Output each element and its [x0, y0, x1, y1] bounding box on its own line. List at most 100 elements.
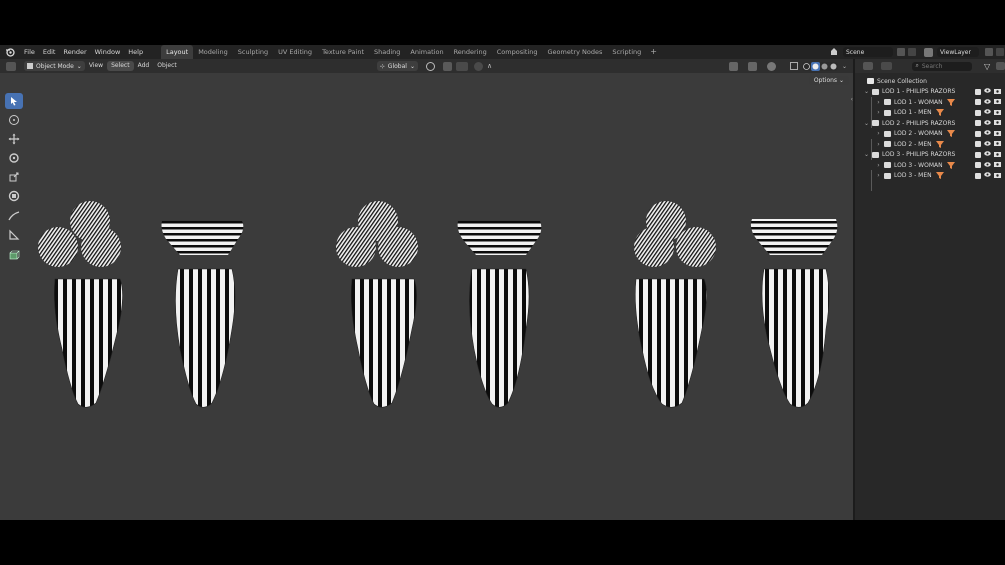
outliner-row[interactable]: › LOD 3 - MEN	[855, 171, 1005, 182]
tab-compositing[interactable]: Compositing	[492, 45, 543, 59]
filter-icon[interactable]: ▽	[984, 62, 990, 71]
camera-icon[interactable]	[994, 161, 1001, 169]
collection-label: LOD 3 - PHILIPS RAZORS	[882, 151, 956, 159]
outliner-row[interactable]: ⌄ LOD 1 - PHILIPS RAZORS	[855, 87, 1005, 98]
chevron-down-icon[interactable]: ⌄	[863, 151, 870, 158]
tab-animation[interactable]: Animation	[405, 45, 448, 59]
exclude-checkbox[interactable]	[975, 130, 981, 137]
add-view-layer-icon[interactable]	[985, 48, 993, 56]
outliner-row[interactable]: › LOD 2 - WOMAN	[855, 129, 1005, 140]
camera-icon[interactable]	[994, 140, 1001, 148]
tab-scripting[interactable]: Scripting	[607, 45, 646, 59]
collection-label: LOD 2 - WOMAN	[894, 130, 943, 138]
object-filter-icon	[935, 109, 944, 117]
collection-icon	[884, 162, 891, 169]
exclude-checkbox[interactable]	[975, 141, 981, 148]
chevron-right-icon[interactable]: ›	[875, 130, 882, 137]
razor-rotary-lod3[interactable]	[634, 201, 716, 408]
outliner-header: ⌕ Search ▽	[855, 59, 1005, 73]
exclude-checkbox[interactable]	[975, 99, 981, 106]
exclude-checkbox[interactable]	[975, 151, 981, 158]
eye-icon[interactable]	[984, 88, 991, 95]
exclude-checkbox[interactable]	[975, 109, 981, 116]
exclude-checkbox[interactable]	[975, 120, 981, 127]
razor-foil-lod2[interactable]	[457, 221, 542, 408]
camera-icon[interactable]	[994, 151, 1001, 159]
collection-label: LOD 3 - MEN	[894, 172, 932, 180]
eye-icon[interactable]	[984, 99, 991, 106]
eye-icon[interactable]	[984, 172, 991, 179]
delete-scene-icon[interactable]	[908, 48, 916, 56]
scene-name-field[interactable]: Scene	[843, 47, 893, 57]
eye-icon[interactable]	[984, 141, 991, 148]
scene-collection-row[interactable]: Scene Collection	[855, 76, 1005, 87]
search-placeholder: Search	[921, 62, 943, 70]
eye-icon[interactable]	[984, 120, 991, 127]
tab-shading[interactable]: Shading	[369, 45, 405, 59]
chevron-right-icon[interactable]: ›	[875, 109, 882, 116]
outliner-row[interactable]: › LOD 3 - WOMAN	[855, 160, 1005, 171]
blender-logo-icon[interactable]	[4, 46, 16, 58]
chevron-right-icon[interactable]: ›	[875, 141, 882, 148]
chevron-right-icon[interactable]: ›	[875, 99, 882, 106]
collection-icon	[884, 109, 891, 116]
camera-icon[interactable]	[994, 98, 1001, 106]
3d-viewport[interactable]: Object Mode ⌄ View Select Add Object ⊹ G…	[0, 59, 853, 520]
chevron-down-icon[interactable]: ⌄	[863, 88, 870, 95]
camera-icon[interactable]	[994, 119, 1001, 127]
object-filter-icon	[946, 130, 955, 138]
remove-view-layer-icon[interactable]	[996, 48, 1004, 56]
eye-icon[interactable]	[984, 130, 991, 137]
chevron-right-icon[interactable]: ›	[875, 172, 882, 179]
tab-texture-paint[interactable]: Texture Paint	[317, 45, 369, 59]
menu-edit[interactable]: Edit	[39, 45, 60, 59]
eye-icon[interactable]	[984, 109, 991, 116]
outliner-search-input[interactable]: ⌕ Search	[912, 61, 973, 71]
tab-rendering[interactable]: Rendering	[449, 45, 492, 59]
tab-layout[interactable]: Layout	[161, 45, 194, 59]
view-layer-field[interactable]: ViewLayer	[937, 47, 979, 57]
display-mode-icon[interactable]	[880, 62, 893, 70]
outliner-row[interactable]: › LOD 1 - WOMAN	[855, 97, 1005, 108]
new-collection-icon[interactable]	[996, 62, 1005, 70]
exclude-checkbox[interactable]	[975, 162, 981, 169]
outliner-row[interactable]: ⌄ LOD 3 - PHILIPS RAZORS	[855, 150, 1005, 161]
razor-rotary-lod2[interactable]	[336, 201, 418, 408]
razor-foil-lod3[interactable]	[750, 219, 838, 408]
row-toggles	[975, 151, 1001, 159]
eye-icon[interactable]	[984, 162, 991, 169]
tab-sculpting[interactable]: Sculpting	[233, 45, 273, 59]
tab-modeling[interactable]: Modeling	[193, 45, 233, 59]
tab-uv-editing[interactable]: UV Editing	[273, 45, 317, 59]
copy-scene-icon[interactable]	[897, 48, 905, 56]
menu-render[interactable]: Render	[59, 45, 90, 59]
camera-icon[interactable]	[994, 109, 1001, 117]
outliner-panel: ⌕ Search ▽ Scene Collection ⌄ LOD 1 - PHI…	[855, 59, 1005, 520]
collection-label: LOD 1 - MEN	[894, 109, 932, 117]
outliner-editor-icon[interactable]	[863, 62, 873, 70]
scene-selector[interactable]: Scene	[830, 47, 918, 57]
eye-icon[interactable]	[984, 151, 991, 158]
razor-rotary-lod1[interactable]	[38, 201, 123, 408]
tab-geometry-nodes[interactable]: Geometry Nodes	[543, 45, 608, 59]
outliner-row[interactable]: › LOD 1 - MEN	[855, 108, 1005, 119]
chevron-down-icon[interactable]: ⌄	[863, 120, 870, 127]
object-filter-icon	[935, 172, 944, 180]
menu-file[interactable]: File	[20, 45, 39, 59]
view-layer-selector[interactable]: ViewLayer	[924, 47, 1004, 57]
razor-foil-lod1[interactable]	[161, 221, 244, 408]
camera-icon[interactable]	[994, 130, 1001, 138]
outliner-row[interactable]: ⌄ LOD 2 - PHILIPS RAZORS	[855, 118, 1005, 129]
tree-guide-line	[871, 139, 872, 160]
camera-icon[interactable]	[994, 88, 1001, 96]
chevron-right-icon[interactable]: ›	[875, 162, 882, 169]
menu-window[interactable]: Window	[91, 45, 125, 59]
add-workspace-icon[interactable]: +	[646, 45, 661, 59]
collection-label: LOD 2 - PHILIPS RAZORS	[882, 119, 956, 127]
exclude-checkbox[interactable]	[975, 172, 981, 179]
menu-help[interactable]: Help	[124, 45, 147, 59]
camera-icon[interactable]	[994, 172, 1001, 180]
row-toggles	[975, 119, 1001, 127]
exclude-checkbox[interactable]	[975, 88, 981, 95]
outliner-row[interactable]: › LOD 2 - MEN	[855, 139, 1005, 150]
